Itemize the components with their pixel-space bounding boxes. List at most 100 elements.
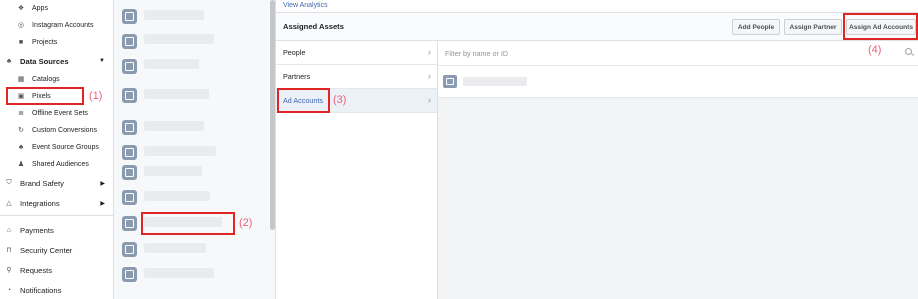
nav-item-label: Apps xyxy=(32,4,48,12)
redacted-name xyxy=(144,146,216,156)
redacted-name xyxy=(144,268,214,278)
nav-item-custom-conversions[interactable]: ↻ Custom Conversions xyxy=(0,122,114,138)
nav-item-label: Instagram Accounts xyxy=(32,21,94,29)
redacted-name xyxy=(144,217,222,227)
annotation-1: (1) xyxy=(89,90,103,102)
lock-icon: ⊓ xyxy=(6,247,12,254)
view-analytics-link[interactable]: View Analytics xyxy=(283,2,328,9)
grid-icon: ▦ xyxy=(17,76,25,83)
redacted-name xyxy=(144,34,214,44)
filter-input[interactable]: Filter by name or ID xyxy=(438,41,918,66)
briefcase-icon: ■ xyxy=(18,38,24,46)
chevron-right-icon: › xyxy=(428,95,431,105)
nav-item-label: Requests xyxy=(20,265,53,275)
filter-placeholder: Filter by name or ID xyxy=(445,48,509,58)
assign-partner-button[interactable]: Assign Partner xyxy=(784,19,842,35)
nav-item-label: Shared Audiences xyxy=(32,160,89,168)
redacted-name xyxy=(144,191,210,201)
caret-right-icon: ▶ xyxy=(100,200,105,207)
redacted-name xyxy=(144,10,204,20)
add-people-button[interactable]: Add People xyxy=(732,19,780,35)
pixel-icon xyxy=(122,190,137,205)
result-row[interactable] xyxy=(438,66,918,98)
nav-item-instagram-accounts[interactable]: ◎ Instagram Accounts xyxy=(0,17,114,33)
nav-item-brand-safety[interactable]: ⛉ Brand Safety ▶ xyxy=(0,175,114,191)
nav-item-projects[interactable]: ■ Projects xyxy=(0,34,114,50)
request-icon: ⚲ xyxy=(6,267,12,274)
list-scrollbar[interactable] xyxy=(270,0,275,230)
redacted-name xyxy=(144,166,202,176)
assigned-assets-panel: View Analytics Assigned Assets Add Peopl… xyxy=(276,0,918,299)
nav-item-label: Payments xyxy=(20,225,54,235)
people-icon: ♣ xyxy=(6,57,12,65)
chevron-right-icon: › xyxy=(428,47,431,57)
nav-item-shared-audiences[interactable]: ♟ Shared Audiences xyxy=(0,156,114,172)
search-icon[interactable] xyxy=(905,48,912,55)
panel-header: Assigned Assets Add People Assign Partne… xyxy=(276,12,918,41)
notification-icon: ◔ xyxy=(6,286,12,294)
nav-item-requests[interactable]: ⚲ Requests xyxy=(0,262,114,278)
nav-item-payments[interactable]: ⌂ Payments xyxy=(0,222,114,238)
caret-down-icon: ▼ xyxy=(99,58,105,64)
instagram-icon: ◎ xyxy=(17,22,25,29)
code-icon: ▣ xyxy=(17,93,25,100)
category-people[interactable]: People › xyxy=(276,41,437,65)
nav-item-offline-event-sets[interactable]: ≣ Offline Event Sets xyxy=(0,105,114,121)
list-item[interactable] xyxy=(114,49,269,87)
bank-icon: ⌂ xyxy=(6,226,12,234)
redacted-name xyxy=(144,59,199,69)
audience-icon: ♟ xyxy=(17,161,25,168)
nav-item-label: Security Center xyxy=(20,245,73,255)
nav-item-label: Notifications xyxy=(20,285,62,295)
refresh-icon: ↻ xyxy=(18,127,24,134)
nav-item-label: Custom Conversions xyxy=(32,126,97,134)
nav-item-catalogs[interactable]: ▦ Catalogs xyxy=(0,71,114,87)
group-icon: ♣ xyxy=(18,143,24,151)
shield-icon: ⛉ xyxy=(6,179,12,186)
left-navigation: ❖ Apps ◎ Instagram Accounts ■ Projects ♣… xyxy=(0,0,114,299)
category-ad-accounts[interactable]: Ad Accounts › xyxy=(276,89,437,113)
pixel-list xyxy=(114,0,276,299)
nav-item-event-source-groups[interactable]: ♣ Event Source Groups xyxy=(0,139,114,155)
assigned-assets-results: Filter by name or ID xyxy=(438,41,918,299)
nav-item-label: Brand Safety xyxy=(20,178,64,188)
integrations-icon: △ xyxy=(6,200,12,207)
assign-ad-accounts-button[interactable]: Assign Ad Accounts xyxy=(846,19,916,35)
nav-item-apps[interactable]: ❖ Apps xyxy=(0,0,114,16)
list-item[interactable] xyxy=(114,262,269,299)
nav-item-integrations[interactable]: △ Integrations ▶ xyxy=(0,195,114,211)
list-icon: ≣ xyxy=(18,110,24,117)
nav-item-label: Data Sources xyxy=(20,56,69,66)
pixel-icon xyxy=(122,9,137,24)
redacted-name xyxy=(144,89,209,99)
pixel-icon xyxy=(122,145,137,160)
category-label: Partners xyxy=(283,72,311,81)
nav-item-label: Event Source Groups xyxy=(32,143,99,151)
annotation-4: (4) xyxy=(868,44,882,56)
pixel-icon xyxy=(122,88,137,103)
pixel-icon xyxy=(122,242,137,257)
chevron-right-icon: › xyxy=(428,71,431,81)
nav-item-notifications[interactable]: ◔ Notifications xyxy=(0,282,114,298)
redacted-name xyxy=(144,243,206,253)
asset-category-list: People › Partners › Ad Accounts › xyxy=(276,41,438,299)
pixel-icon xyxy=(122,34,137,49)
annotation-3: (3) xyxy=(333,94,347,106)
pixel-icon xyxy=(122,216,137,231)
category-partners[interactable]: Partners › xyxy=(276,65,437,89)
nav-item-data-sources[interactable]: ♣ Data Sources ▼ xyxy=(0,53,114,69)
nav-item-label: Offline Event Sets xyxy=(32,109,88,117)
caret-right-icon: ▶ xyxy=(100,180,105,187)
nav-item-security-center[interactable]: ⊓ Security Center xyxy=(0,242,114,258)
pixel-icon xyxy=(122,267,137,282)
redacted-name xyxy=(144,121,204,131)
annotation-2: (2) xyxy=(239,217,253,229)
category-label: Ad Accounts xyxy=(283,96,323,105)
pixel-icon xyxy=(122,120,137,135)
redacted-name xyxy=(463,77,527,86)
panel-title: Assigned Assets xyxy=(283,22,344,31)
business-settings-screen: ❖ Apps ◎ Instagram Accounts ■ Projects ♣… xyxy=(0,0,918,299)
pixel-icon xyxy=(122,165,137,180)
nav-item-label: Pixels xyxy=(32,92,51,100)
nav-item-label: Projects xyxy=(32,38,58,46)
